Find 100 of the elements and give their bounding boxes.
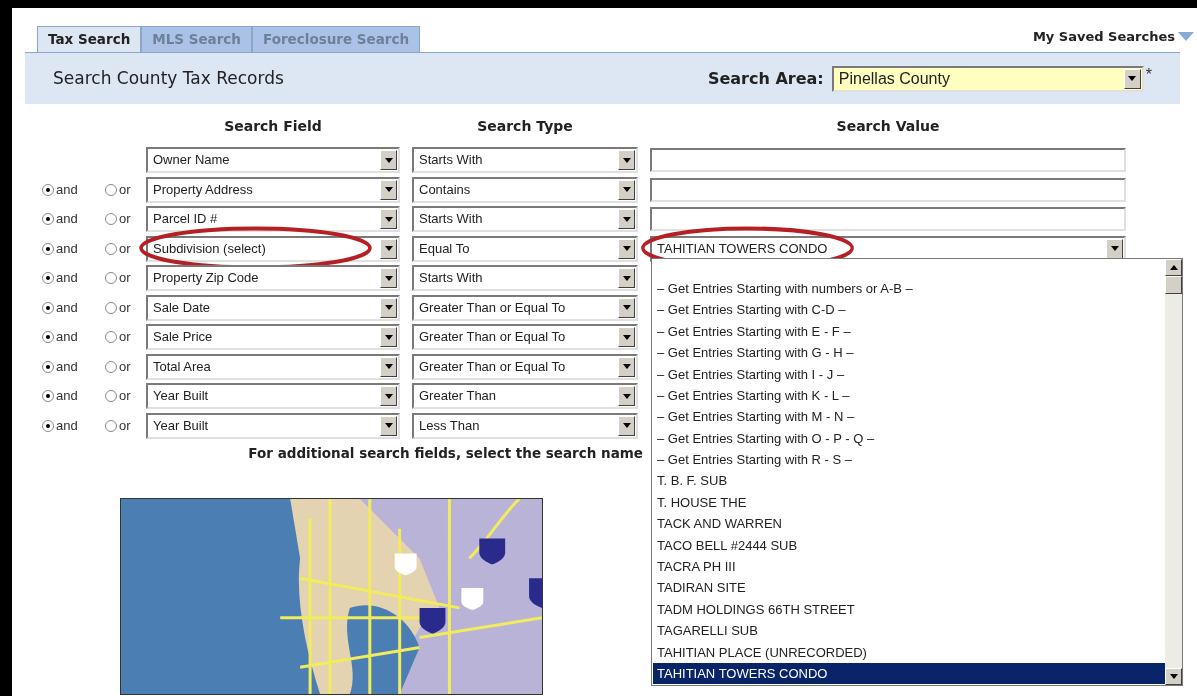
radio-label: and bbox=[56, 357, 78, 376]
search-type-dropdown[interactable]: Greater Than bbox=[412, 383, 638, 409]
radio-label: or bbox=[119, 269, 131, 288]
required-mark: * bbox=[1145, 65, 1152, 85]
dropdown-option[interactable]: – Get Entries Starting with numbers or A-B – bbox=[653, 278, 1165, 300]
radio-label: and bbox=[56, 180, 78, 199]
dropdown-option[interactable]: T. B. F. SUB bbox=[653, 470, 1165, 492]
radio-button[interactable] bbox=[42, 272, 54, 284]
dropdown-option[interactable]: – Get Entries Starting with G - H – bbox=[653, 342, 1165, 364]
dropdown-option[interactable]: TAHITIAN TOWERS CONDO bbox=[653, 663, 1165, 685]
search-type-dropdown[interactable]: Starts With bbox=[412, 265, 638, 291]
caret-icon bbox=[380, 238, 397, 259]
radio-label: and bbox=[56, 298, 78, 317]
dropdown-option[interactable]: – Get Entries Starting with R - S – bbox=[653, 449, 1165, 471]
search-type-dropdown[interactable]: Greater Than or Equal To bbox=[412, 294, 638, 321]
radio-button[interactable] bbox=[42, 242, 54, 255]
caret-icon bbox=[618, 150, 635, 170]
dropdown-option[interactable]: – Get Entries Starting with K - L – bbox=[653, 384, 1165, 407]
radio-button[interactable] bbox=[105, 213, 117, 225]
search-value-field[interactable] bbox=[650, 148, 1126, 172]
radio-label: or bbox=[119, 328, 131, 347]
scroll-up-icon[interactable] bbox=[1165, 259, 1182, 276]
radio-button[interactable] bbox=[105, 242, 117, 255]
tab[interactable]: Tax Search bbox=[37, 26, 142, 52]
dropdown-option[interactable]: TADM HOLDINGS 66TH STREET bbox=[653, 598, 1165, 621]
caret-icon bbox=[618, 327, 635, 347]
radio-button[interactable] bbox=[42, 213, 54, 225]
caret-icon bbox=[380, 179, 397, 200]
search-type-dropdown[interactable]: Greater Than or Equal To bbox=[412, 353, 638, 380]
search-field-dropdown[interactable]: Parcel ID # bbox=[146, 206, 400, 232]
radio-button[interactable] bbox=[105, 419, 117, 432]
dropdown-option[interactable]: – Get Entries Starting with O - P - Q – bbox=[653, 427, 1165, 450]
caret-icon bbox=[380, 415, 397, 436]
radio-label: and bbox=[56, 210, 78, 229]
radio-button[interactable] bbox=[42, 183, 54, 196]
dropdown-option[interactable]: – Get Entries Starting with C-D – bbox=[653, 299, 1165, 321]
dropdown-triangle-icon bbox=[1178, 31, 1194, 41]
dropdown-option[interactable]: TACRA PH III bbox=[653, 556, 1165, 578]
dropdown-option[interactable]: T. HOUSE THE bbox=[653, 491, 1165, 514]
search-type-dropdown[interactable]: Greater Than or Equal To bbox=[412, 324, 638, 350]
radio-button[interactable] bbox=[42, 419, 54, 432]
radio-label: or bbox=[119, 239, 131, 258]
search-type-dropdown[interactable]: Starts With bbox=[412, 147, 638, 173]
dropdown-option[interactable]: – Get Entries Starting with M - N – bbox=[653, 406, 1165, 428]
saved-searches-link[interactable]: My Saved Searches bbox=[1032, 26, 1175, 46]
dropdown-option[interactable]: – Get Entries Starting with E - F – bbox=[653, 320, 1165, 343]
search-type-dropdown[interactable]: Less Than bbox=[412, 412, 638, 439]
caret-icon bbox=[380, 268, 397, 288]
area-label: Search Area: bbox=[707, 67, 824, 90]
search-field-dropdown[interactable]: Total Area bbox=[146, 353, 400, 380]
radio-button[interactable] bbox=[42, 360, 54, 373]
radio-label: and bbox=[56, 416, 78, 435]
search-field-dropdown[interactable]: Year Built bbox=[146, 412, 400, 439]
search-value-field[interactable] bbox=[650, 177, 1126, 202]
radio-button[interactable] bbox=[42, 390, 54, 402]
column-heading: Search Value bbox=[836, 116, 940, 136]
dropdown-option[interactable]: TACO BELL #2444 SUB bbox=[653, 534, 1165, 557]
caret-icon bbox=[618, 356, 635, 377]
area-dropdown[interactable]: Pinellas County bbox=[831, 65, 1144, 92]
dropdown-option[interactable]: TACK AND WARREN bbox=[653, 513, 1165, 535]
scrollbar[interactable] bbox=[1165, 259, 1182, 685]
radio-label: and bbox=[56, 269, 78, 288]
radio-label: or bbox=[119, 416, 131, 435]
radio-button[interactable] bbox=[42, 301, 54, 314]
caret-icon bbox=[380, 327, 397, 347]
search-value-field[interactable] bbox=[650, 207, 1126, 231]
search-type-dropdown[interactable]: Equal To bbox=[412, 235, 638, 262]
radio-button[interactable] bbox=[42, 331, 54, 343]
search-field-dropdown[interactable]: Owner Name bbox=[146, 147, 400, 173]
search-field-dropdown[interactable]: Subdivision (select) bbox=[146, 235, 400, 262]
dropdown-option[interactable]: TADIRAN SITE bbox=[653, 577, 1165, 599]
radio-button[interactable] bbox=[105, 331, 117, 343]
caret-icon bbox=[1123, 68, 1141, 89]
search-field-dropdown[interactable]: Year Built bbox=[146, 383, 400, 409]
search-type-dropdown[interactable]: Starts With bbox=[412, 206, 638, 232]
caret-icon bbox=[380, 297, 397, 318]
radio-button[interactable] bbox=[105, 360, 117, 373]
radio-label: and bbox=[56, 239, 78, 258]
caret-icon bbox=[618, 238, 635, 259]
caret-icon bbox=[618, 386, 635, 406]
dropdown-option[interactable]: TAGARELLI SUB bbox=[653, 620, 1165, 642]
footer-note: For additional search fields, select the search name bbox=[248, 444, 643, 464]
radio-button[interactable] bbox=[105, 390, 117, 402]
dropdown-option[interactable]: – Get Entries Starting with I - J – bbox=[653, 363, 1165, 385]
search-type-dropdown[interactable]: Contains bbox=[412, 176, 638, 203]
caret-icon bbox=[618, 179, 635, 200]
search-field-dropdown[interactable]: Property Address bbox=[146, 176, 400, 203]
radio-button[interactable] bbox=[105, 301, 117, 314]
dropdown-option[interactable]: TAHITIAN PLACE (UNRECORDED) bbox=[653, 641, 1165, 664]
search-value-dropdown[interactable]: TAHITIAN TOWERS CONDO bbox=[650, 235, 1126, 262]
scroll-down-icon[interactable] bbox=[1165, 668, 1182, 685]
search-field-dropdown[interactable]: Property Zip Code bbox=[146, 265, 400, 291]
scroll-thumb[interactable] bbox=[1165, 276, 1182, 294]
search-field-dropdown[interactable]: Sale Price bbox=[146, 324, 400, 350]
radio-label: or bbox=[119, 387, 131, 406]
radio-button[interactable] bbox=[105, 272, 117, 284]
caret-icon bbox=[618, 297, 635, 318]
radio-button[interactable] bbox=[105, 183, 117, 196]
radio-label: or bbox=[119, 298, 131, 317]
search-field-dropdown[interactable]: Sale Date bbox=[146, 294, 400, 321]
